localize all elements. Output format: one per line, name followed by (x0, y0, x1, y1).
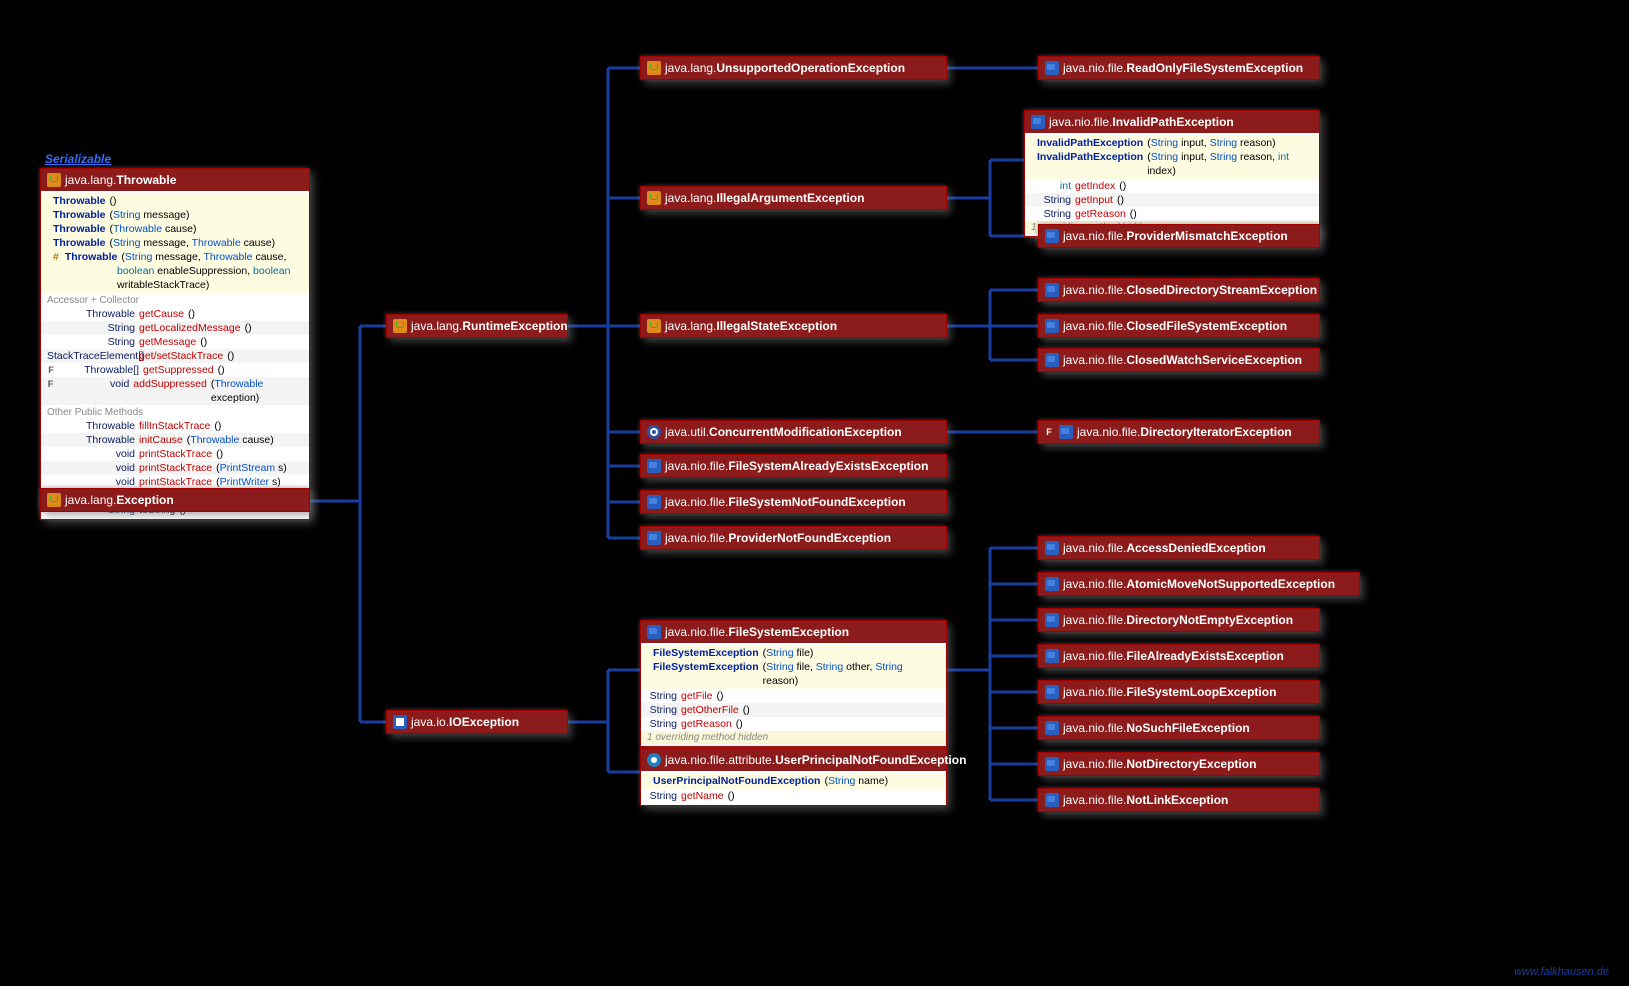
folder-icon (1045, 613, 1059, 627)
folder-icon (1045, 61, 1059, 75)
folder-icon (647, 459, 661, 473)
class-closed-dir-stream: java.nio.file.ClosedDirectoryStreamExcep… (1038, 278, 1320, 302)
class-fs-already-exists: java.nio.file.FileSystemAlreadyExistsExc… (640, 454, 947, 478)
class-icon (393, 319, 407, 333)
methods: ThrowablefillInStackTrace() Throwableini… (41, 419, 309, 489)
watermark: www.falkhausen.de (1514, 966, 1609, 978)
class-atomic-move: java.nio.file.AtomicMoveNotSupportedExce… (1038, 572, 1360, 596)
folder-icon (647, 625, 661, 639)
section-label: Other Public Methods (41, 405, 309, 419)
folder-icon (1045, 319, 1059, 333)
class-icon (47, 173, 61, 187)
class-not-link: java.nio.file.NotLinkException (1038, 788, 1320, 812)
class-illegal-arg: java.lang.IllegalArgumentException (640, 186, 947, 210)
folder-icon (647, 495, 661, 509)
class-icon (647, 319, 661, 333)
class-closed-fs: java.nio.file.ClosedFileSystemException (1038, 314, 1320, 338)
class-dir-not-empty: java.nio.file.DirectoryNotEmptyException (1038, 608, 1320, 632)
folder-icon (1045, 541, 1059, 555)
gear-icon (647, 425, 661, 439)
folder-icon (1045, 721, 1059, 735)
class-icon (647, 61, 661, 75)
disk-icon (393, 715, 407, 729)
serializable-interface: Serializable (45, 152, 111, 166)
class-unsupported-op: java.lang.UnsupportedOperationException (640, 56, 947, 80)
class-runtime-exception: java.lang.RuntimeException (386, 314, 568, 338)
class-header: java.lang.Throwable (41, 169, 309, 191)
class-dir-iterator: Fjava.nio.file.DirectoryIteratorExceptio… (1038, 420, 1320, 444)
class-icon (47, 493, 61, 507)
folder-icon (1045, 229, 1059, 243)
class-user-principal-not-found: java.nio.file.attribute.UserPrincipalNot… (640, 748, 947, 806)
class-concurrent-mod: java.util.ConcurrentModificationExceptio… (640, 420, 947, 444)
class-illegal-state: java.lang.IllegalStateException (640, 314, 947, 338)
folder-icon (1045, 283, 1059, 297)
params: () (110, 194, 117, 208)
class-not-directory: java.nio.file.NotDirectoryException (1038, 752, 1320, 776)
class-throwable: java.lang.Throwable Throwable() Throwabl… (40, 168, 310, 520)
folder-icon (1045, 793, 1059, 807)
folder-icon (1045, 685, 1059, 699)
class-provider-mismatch: java.nio.file.ProviderMismatchException (1038, 224, 1320, 248)
folder-icon (1031, 115, 1045, 129)
class-invalid-path: java.nio.file.InvalidPathException Inval… (1024, 110, 1320, 237)
folder-icon (1045, 757, 1059, 771)
class-exception: java.lang.Exception (40, 488, 310, 512)
class-provider-not-found: java.nio.file.ProviderNotFoundException (640, 526, 947, 550)
circle-icon (647, 753, 661, 767)
class-closed-watch: java.nio.file.ClosedWatchServiceExceptio… (1038, 348, 1320, 372)
class-file-already-exists: java.nio.file.FileAlreadyExistsException (1038, 644, 1320, 668)
folder-icon (1045, 577, 1059, 591)
folder-icon (1045, 353, 1059, 367)
class-access-denied: java.nio.file.AccessDeniedException (1038, 536, 1320, 560)
class-icon (647, 191, 661, 205)
class-fs-loop: java.nio.file.FileSystemLoopException (1038, 680, 1320, 704)
class-fs-not-found: java.nio.file.FileSystemNotFoundExceptio… (640, 490, 947, 514)
folder-icon (1059, 425, 1073, 439)
folder-icon (1045, 649, 1059, 663)
folder-icon (647, 531, 661, 545)
class-no-such-file: java.nio.file.NoSuchFileException (1038, 716, 1320, 740)
section-label: Accessor + Collector (41, 293, 309, 307)
constructors-section: Throwable() Throwable(String message) Th… (41, 193, 309, 293)
class-ioexception: java.io.IOException (386, 710, 568, 734)
class-filesystem-exception: java.nio.file.FileSystemException FileSy… (640, 620, 947, 747)
class-readonly-fs: java.nio.file.ReadOnlyFileSystemExceptio… (1038, 56, 1320, 80)
accessors: ThrowablegetCause() StringgetLocalizedMe… (41, 307, 309, 405)
